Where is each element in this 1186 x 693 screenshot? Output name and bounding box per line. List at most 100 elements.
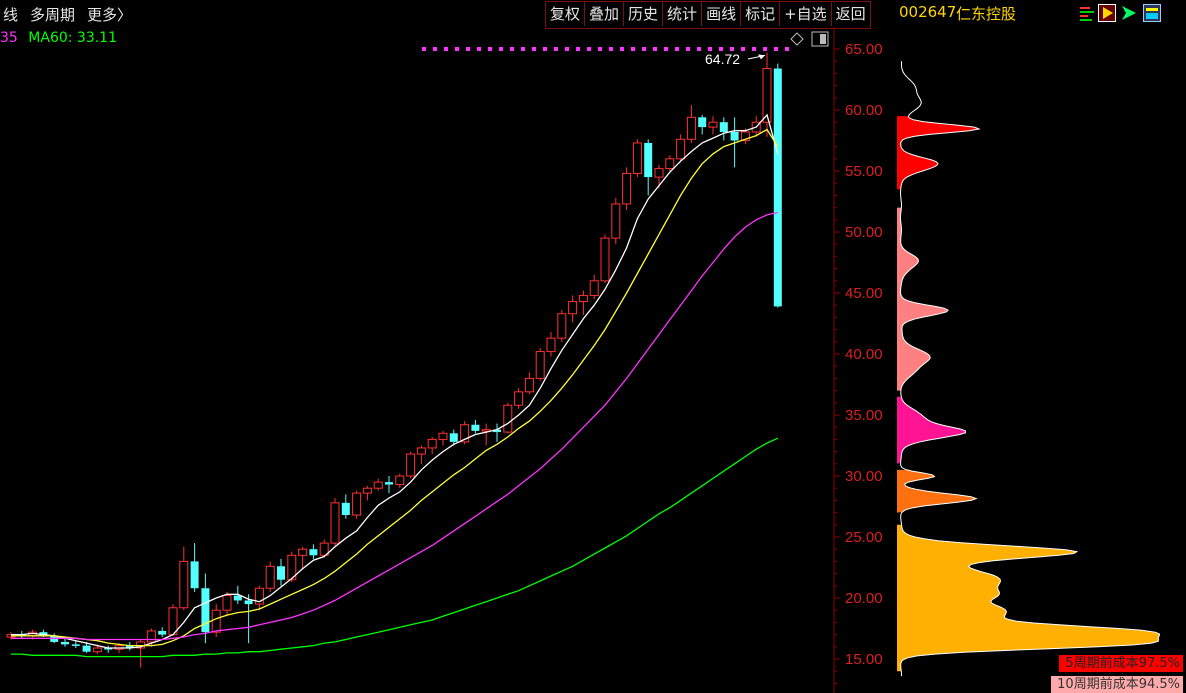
candle [698,114,707,135]
candle-body [309,549,318,556]
add-watchlist-button[interactable]: +自选 [780,2,832,26]
candle-body [406,453,416,477]
candle-body [298,548,308,556]
axis-tick-label: 30.00 [845,468,883,485]
candle-body [546,337,556,353]
candle-body [471,424,480,431]
candle [373,478,383,491]
cost-band-0 [897,116,979,190]
candle [179,546,189,611]
candle-body [146,630,156,643]
window-panel-icon[interactable] [1143,4,1161,22]
axis-tick-label: 35.00 [845,407,883,424]
candle-body [730,131,739,141]
overlay-button[interactable]: 叠加 [585,2,625,26]
candle [524,372,534,395]
cost-profile [897,61,1161,677]
history-button[interactable]: 历史 [624,2,664,26]
play-flag-icon[interactable] [1098,4,1116,22]
candle-body [352,492,362,516]
candle-body [179,560,189,609]
back-button[interactable]: 返回 [832,2,870,26]
candle-body [622,172,632,205]
statistics-button[interactable]: 统计 [663,2,703,26]
candle [330,497,340,547]
candle-body [362,487,372,494]
candle-body [373,481,383,489]
candle-body [698,117,707,128]
candle [254,585,264,611]
price-axis: 65.00 60.00 55.00 50.00 45.00 40.00 35.00 30.00… [833,27,883,693]
candle [600,234,610,284]
candle-body [265,565,275,589]
candle [676,134,686,162]
candle-body [708,121,718,128]
candle [438,430,448,446]
candle [471,419,480,434]
candle [104,645,113,653]
candle [190,543,199,592]
arrow-green-icon[interactable] [1120,4,1138,22]
candle [287,551,297,583]
candle [244,594,253,644]
stock-name: 仁东控股 [956,5,1017,23]
axis-tick-label: 60.00 [845,102,883,119]
ma-line-ma20 [11,211,778,641]
axis-tick-label: 50.00 [845,224,883,241]
candle [341,494,350,519]
candle [589,274,599,300]
candle [546,332,556,357]
mark-button[interactable]: 标记 [741,2,781,26]
adjust-rights-button[interactable]: 复权 [546,2,586,26]
candle-body [676,138,686,160]
cost-label-5: 5周期前成本97.5% [1059,655,1183,672]
toolbar-buttons: 复权 叠加 历史 统计 画线 标记 +自选 返回 [545,1,871,29]
stock-code: 002647 [899,3,957,21]
candle-body [524,377,534,393]
candle [395,473,405,489]
candle [362,485,372,501]
ma-line-ma60 [11,437,779,658]
candle [503,402,513,434]
axis-tick-label: 25.00 [845,529,883,546]
candle [136,639,146,668]
candle [719,117,728,141]
more-menu[interactable]: 更多〉 [87,4,132,25]
candle-body [600,237,610,282]
high-annotation-label: 64.72 [705,51,740,67]
axis-tick-label: 15.00 [845,651,883,668]
chip-distribution-icon[interactable] [1078,4,1096,22]
candle-body [568,301,578,315]
candle [427,436,437,455]
candle-body [589,280,599,296]
candle-body [665,158,675,170]
candle-body [654,168,664,178]
axis-tick-label: 55.00 [845,163,883,180]
candle [611,197,621,245]
multi-period-menu[interactable]: 多周期 [30,4,75,25]
axis-tick-label: 20.00 [845,590,883,607]
candle-body [503,404,513,433]
candle-body [632,142,642,174]
candle-body [427,438,437,449]
candle-body [719,122,728,132]
diamond-icon [790,32,804,46]
panel-toggle-fill [820,34,826,44]
candle-body [233,595,242,601]
header-item-line[interactable]: 线 [3,4,18,25]
candle-body [438,432,448,440]
candle [686,105,696,143]
candle-body [686,116,696,140]
candle [622,167,632,211]
candle-body [158,630,167,635]
candle-body [61,641,69,645]
axis-tick-label: 65.00 [845,41,883,58]
axis-tick-label: 40.00 [845,346,883,363]
candle-body [92,647,102,653]
top-toolbar: 线 多周期 更多〉 复权 叠加 历史 统计 画线 标记 +自选 返回 00264… [0,0,1186,29]
candle [514,388,524,409]
draw-line-button[interactable]: 画线 [702,2,742,26]
kline-chart: 65.00 60.00 55.00 50.00 45.00 40.00 35.00 30.00… [6,27,1161,693]
candle-body [330,502,340,544]
candle [578,290,588,315]
